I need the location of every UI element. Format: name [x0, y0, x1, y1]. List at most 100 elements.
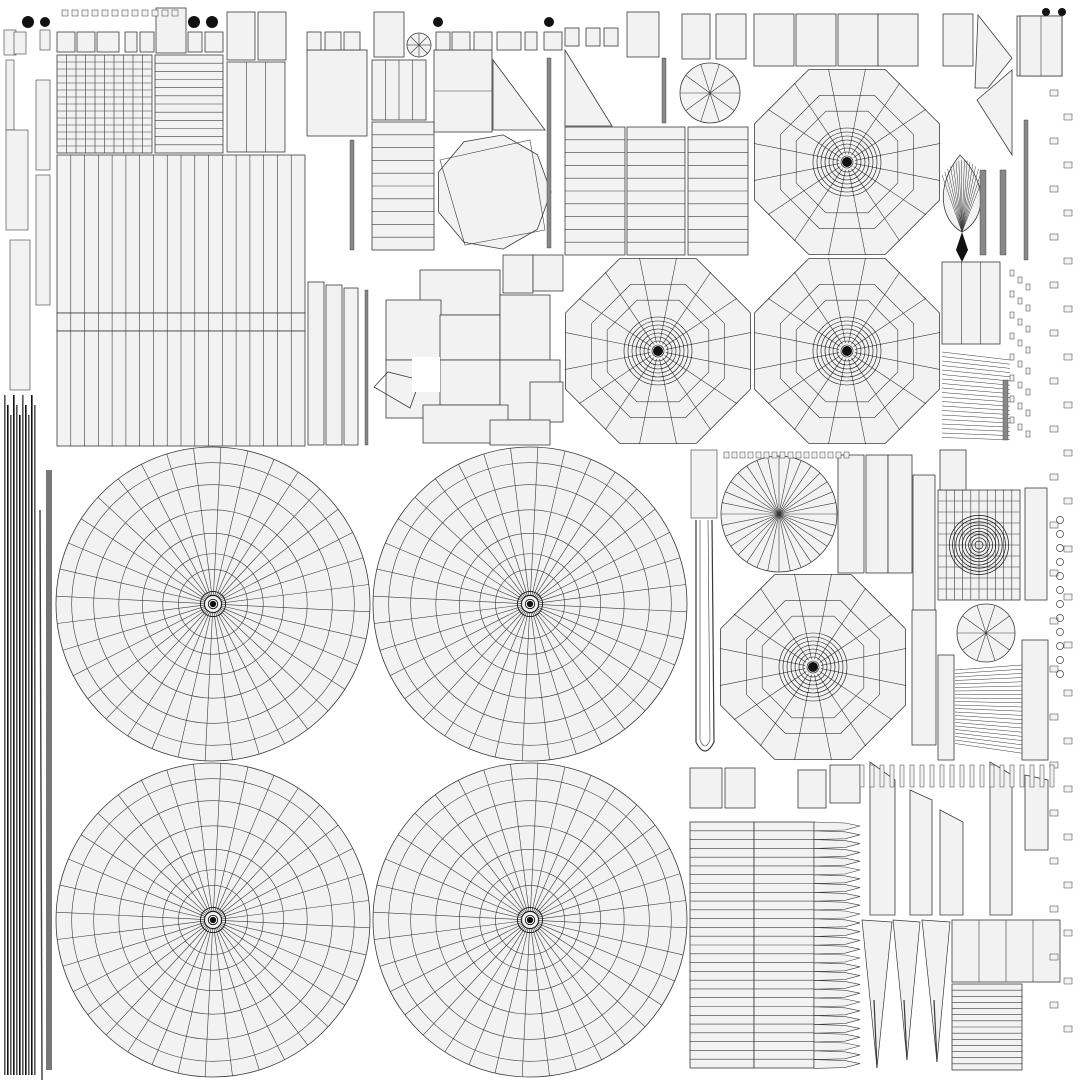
tiny-bit [1017, 297, 1023, 305]
uv-island-octagon-2 [564, 257, 752, 445]
uv-island-triangle [909, 789, 933, 916]
uv-island-box-unwrap-face [489, 419, 551, 446]
octagon-core [842, 346, 852, 356]
uv-island-thin-sliver [546, 57, 552, 249]
tiny-bit [1009, 395, 1015, 403]
tiny-bit [61, 9, 69, 17]
uv-island-solid-dot [40, 17, 50, 27]
tiny-bit [909, 764, 915, 788]
tiny-bit [1025, 325, 1031, 333]
uv-island-mid-panel [689, 767, 723, 809]
left-sliver [10, 415, 12, 1075]
strip-outline [226, 61, 286, 153]
uv-island-mid-panel [724, 767, 756, 809]
tiny-bit [1063, 497, 1073, 505]
uv-island-small-rect [96, 31, 120, 53]
tiny-bit [1017, 402, 1023, 410]
strip-outline [343, 287, 359, 446]
tiny-bit [1063, 209, 1073, 217]
uv-island-disc-4 [372, 762, 688, 1078]
uv-island-small-rect [124, 31, 138, 53]
tiny-bit [949, 764, 955, 788]
tiny-bit [1063, 1025, 1073, 1033]
tiny-bit [1049, 377, 1059, 385]
left-panel [35, 79, 51, 171]
tiny-bit [979, 764, 985, 788]
tiny-bit [1049, 953, 1059, 961]
uv-island-small-rect [496, 31, 522, 51]
tiny-bit [1063, 353, 1073, 361]
uv-island-thin-3 [343, 287, 359, 446]
tiny-bit [1039, 764, 1045, 788]
uv-island-disc-1 [55, 446, 371, 762]
tiny-bit [1063, 737, 1073, 745]
uv-island-octagon-3 [753, 257, 941, 445]
left-sliver-grey [46, 470, 52, 1070]
uv-island-small-rect [626, 11, 660, 58]
uv-island-triangle [939, 809, 964, 916]
left-sliver [28, 415, 30, 1075]
uv-island-box-unwrap-hole [412, 357, 440, 392]
uv-island-small-rect [942, 13, 974, 67]
tiny-bit [969, 764, 975, 788]
uv-island-small-rect [343, 31, 361, 51]
uv-island-small-rect [473, 31, 493, 51]
uv-island-strip-band [56, 312, 306, 332]
tiny-bit [803, 451, 810, 459]
uv-island-fan-disc-1 [720, 455, 838, 573]
uv-island-box-unwrap-face [499, 294, 551, 361]
uv-island-small-rect [585, 27, 601, 47]
tiny-bit [161, 9, 169, 17]
uv-island-small-rect [524, 31, 538, 51]
tiny-bit [779, 451, 786, 459]
tiny-bit [959, 764, 965, 788]
tiny-bit [835, 451, 842, 459]
uv-island-octagon-1 [753, 68, 941, 256]
tiny-bit [1017, 381, 1023, 389]
uv-island-solid-dot [1058, 8, 1066, 16]
tiny-bit [1049, 233, 1059, 241]
tiny-bit [1049, 857, 1059, 865]
tiny-bit [1049, 713, 1059, 721]
left-sliver [7, 405, 9, 1075]
uv-island-panel-4 [433, 49, 493, 133]
uv-island-mid-panel [911, 609, 937, 746]
uv-island-mid-panel [797, 769, 827, 809]
uv-island-strip-stack-1 [371, 121, 435, 251]
left-panel [5, 59, 15, 131]
tiny-bit [899, 764, 905, 788]
left-panel [39, 29, 51, 51]
left-sliver [22, 395, 24, 1075]
disc-core [526, 600, 534, 608]
uv-island-mesh-square [937, 489, 1021, 601]
tiny-bit [1049, 1001, 1059, 1009]
tiny-bit [1009, 374, 1015, 382]
tiny-bit [1025, 409, 1031, 417]
uv-island-grid-1 [56, 54, 153, 154]
uv-island-disc-2 [372, 446, 688, 762]
uv-island-thin-sliver [364, 289, 369, 446]
uv-island-small-rect [257, 11, 287, 61]
tiny-bit [1025, 346, 1031, 354]
uv-island-strip-block-upper [56, 154, 306, 314]
uv-island-mid-panel [837, 454, 865, 574]
uv-island-strip-block-lower [56, 330, 306, 447]
tiny-bit [1063, 689, 1073, 697]
tiny-bit [111, 9, 119, 17]
uv-island-panel-1 [226, 61, 286, 153]
uv-island-mid-panel [1024, 487, 1048, 601]
tiny-bit [1063, 929, 1073, 937]
uv-map-canvas [0, 0, 1080, 1080]
strip-outline [306, 49, 368, 137]
tiny-bit [1009, 311, 1015, 319]
tiny-bit [999, 764, 1005, 788]
tiny-bit [1025, 304, 1031, 312]
uv-island-br-panel [951, 919, 1061, 983]
tiny-bit [1063, 305, 1073, 313]
tiny-bit [929, 764, 935, 788]
tiny-bit [869, 764, 875, 788]
tiny-bit [1017, 360, 1023, 368]
disc-core [209, 916, 217, 924]
uv-island-small-rect [603, 27, 619, 47]
uv-island-small-rect [306, 31, 322, 51]
